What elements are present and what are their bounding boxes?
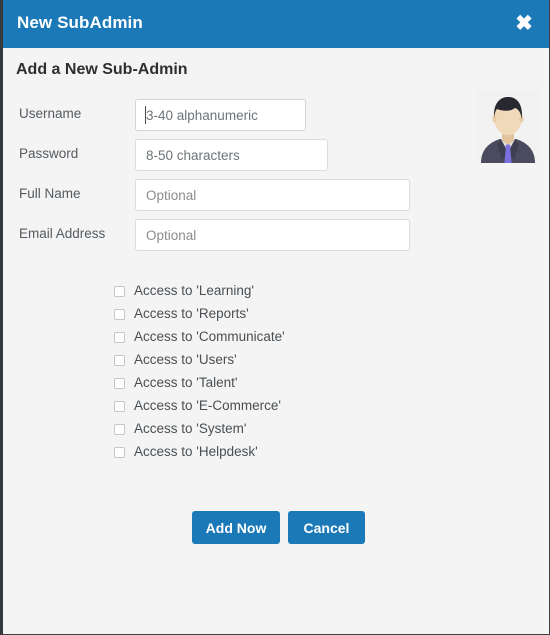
- modal-title: New SubAdmin: [17, 13, 143, 32]
- checkbox-label-talent[interactable]: Access to 'Talent': [134, 375, 237, 390]
- label-password: Password: [19, 146, 79, 161]
- checkbox-communicate[interactable]: [114, 332, 125, 343]
- checkbox-reports[interactable]: [114, 309, 125, 320]
- permission-row: Access to 'Talent': [3, 374, 549, 397]
- add-now-button[interactable]: Add Now: [192, 511, 280, 544]
- label-username: Username: [19, 106, 82, 121]
- checkbox-helpdesk[interactable]: [114, 447, 125, 458]
- permission-row: Access to 'E-Commerce': [3, 397, 549, 420]
- password-input[interactable]: [135, 139, 328, 171]
- permission-row: Access to 'Helpdesk': [3, 443, 549, 466]
- permission-row: Access to 'Learning': [3, 282, 549, 305]
- section-heading: Add a New Sub-Admin: [16, 61, 188, 78]
- label-fullname: Full Name: [19, 186, 81, 201]
- modal-header: New SubAdmin ✖: [3, 0, 549, 48]
- cancel-button[interactable]: Cancel: [288, 511, 365, 544]
- checkbox-label-users[interactable]: Access to 'Users': [134, 352, 237, 367]
- checkbox-system[interactable]: [114, 424, 125, 435]
- field-row-username: Username: [3, 99, 549, 131]
- checkbox-label-reports[interactable]: Access to 'Reports': [134, 306, 249, 321]
- checkbox-label-ecommerce[interactable]: Access to 'E-Commerce': [134, 398, 281, 413]
- checkbox-talent[interactable]: [114, 378, 125, 389]
- checkbox-users[interactable]: [114, 355, 125, 366]
- field-row-email: Email Address: [3, 219, 549, 251]
- checkbox-ecommerce[interactable]: [114, 401, 125, 412]
- fullname-input[interactable]: [135, 179, 410, 211]
- permission-row: Access to 'Reports': [3, 305, 549, 328]
- close-icon[interactable]: ✖: [511, 11, 537, 37]
- new-subadmin-modal: New SubAdmin ✖ Add a New Sub-Admin Usern…: [0, 0, 550, 635]
- email-input[interactable]: [135, 219, 410, 251]
- permission-row: Access to 'Users': [3, 351, 549, 374]
- permission-row: Access to 'System': [3, 420, 549, 443]
- checkbox-label-system[interactable]: Access to 'System': [134, 421, 246, 436]
- checkbox-label-helpdesk[interactable]: Access to 'Helpdesk': [134, 444, 258, 459]
- modal-body: Add a New Sub-Admin Username 3-40 alphan…: [3, 48, 549, 634]
- checkbox-label-learning[interactable]: Access to 'Learning': [134, 283, 254, 298]
- field-row-password: Password: [3, 139, 549, 171]
- label-email: Email Address: [19, 226, 106, 241]
- checkbox-label-communicate[interactable]: Access to 'Communicate': [134, 329, 285, 344]
- field-row-fullname: Full Name: [3, 179, 549, 211]
- text-caret: [145, 106, 146, 124]
- checkbox-learning[interactable]: [114, 286, 125, 297]
- username-input[interactable]: [135, 99, 306, 131]
- permissions-list: Access to 'Learning' Access to 'Reports'…: [3, 282, 549, 466]
- permission-row: Access to 'Communicate': [3, 328, 549, 351]
